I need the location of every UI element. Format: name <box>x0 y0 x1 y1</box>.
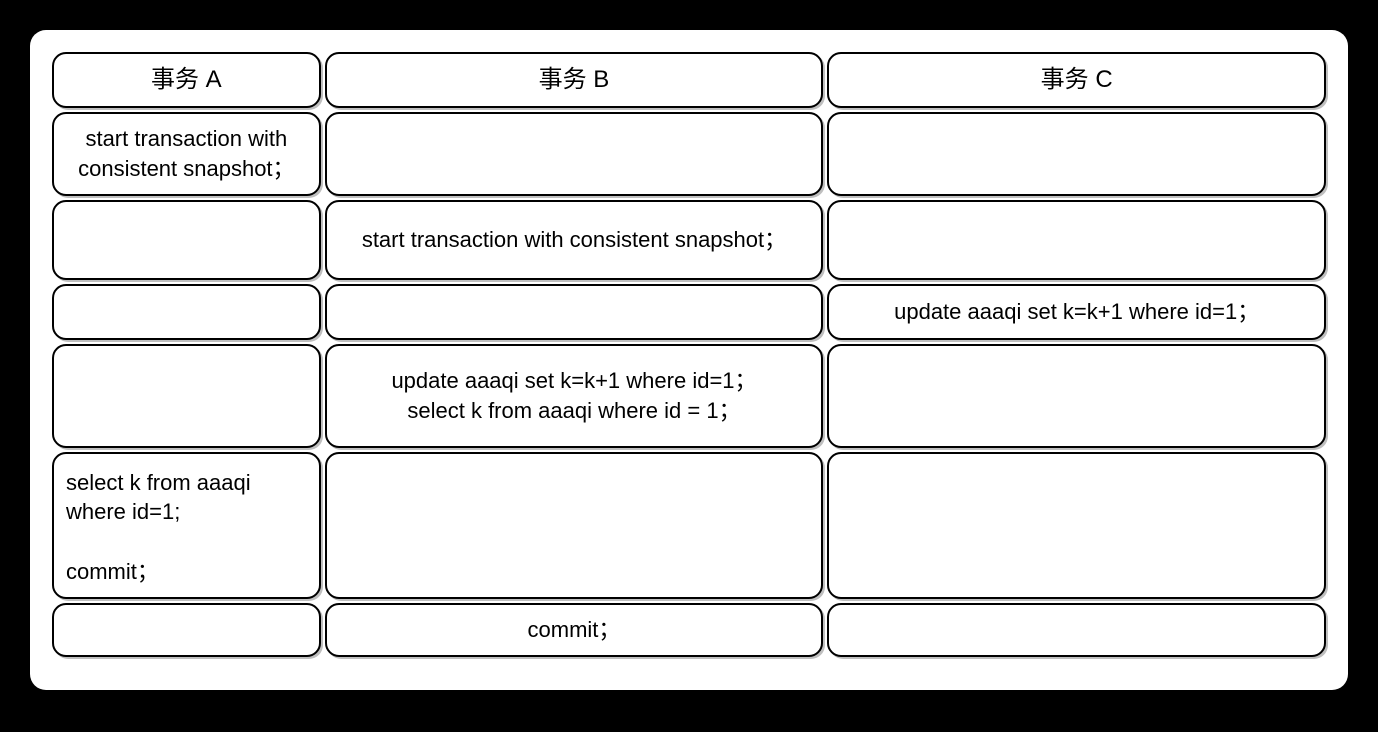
cell-b-2: start transaction with consistent snapsh… <box>325 200 824 280</box>
cell-c-2 <box>827 200 1326 280</box>
cell-a-4 <box>52 344 321 448</box>
table-row: start transaction with consistent snapsh… <box>52 112 1326 195</box>
table-row: commit； <box>52 603 1326 657</box>
cell-a-1: start transaction with consistent snapsh… <box>52 112 321 195</box>
cell-c-5 <box>827 452 1326 599</box>
cell-a-3 <box>52 284 321 340</box>
table-row: select k from aaaqi where id=1; commit； <box>52 452 1326 599</box>
table-row: start transaction with consistent snapsh… <box>52 200 1326 280</box>
cell-a-2 <box>52 200 321 280</box>
cell-c-6 <box>827 603 1326 657</box>
cell-b-4: update aaaqi set k=k+1 where id=1； selec… <box>325 344 824 448</box>
table-header-row: 事务 A 事务 B 事务 C <box>52 52 1326 108</box>
cell-c-4 <box>827 344 1326 448</box>
cell-c-1 <box>827 112 1326 195</box>
cell-a-5: select k from aaaqi where id=1; commit； <box>52 452 321 599</box>
cell-b-5 <box>325 452 824 599</box>
header-transaction-b: 事务 B <box>325 52 824 108</box>
transaction-table: 事务 A 事务 B 事务 C start transaction with co… <box>48 48 1330 661</box>
diagram-container: 事务 A 事务 B 事务 C start transaction with co… <box>30 30 1348 690</box>
cell-a-6 <box>52 603 321 657</box>
cell-c-3: update aaaqi set k=k+1 where id=1； <box>827 284 1326 340</box>
table-row: update aaaqi set k=k+1 where id=1； selec… <box>52 344 1326 448</box>
cell-b-6: commit； <box>325 603 824 657</box>
cell-b-3 <box>325 284 824 340</box>
header-transaction-a: 事务 A <box>52 52 321 108</box>
header-transaction-c: 事务 C <box>827 52 1326 108</box>
cell-b-1 <box>325 112 824 195</box>
table-row: update aaaqi set k=k+1 where id=1； <box>52 284 1326 340</box>
